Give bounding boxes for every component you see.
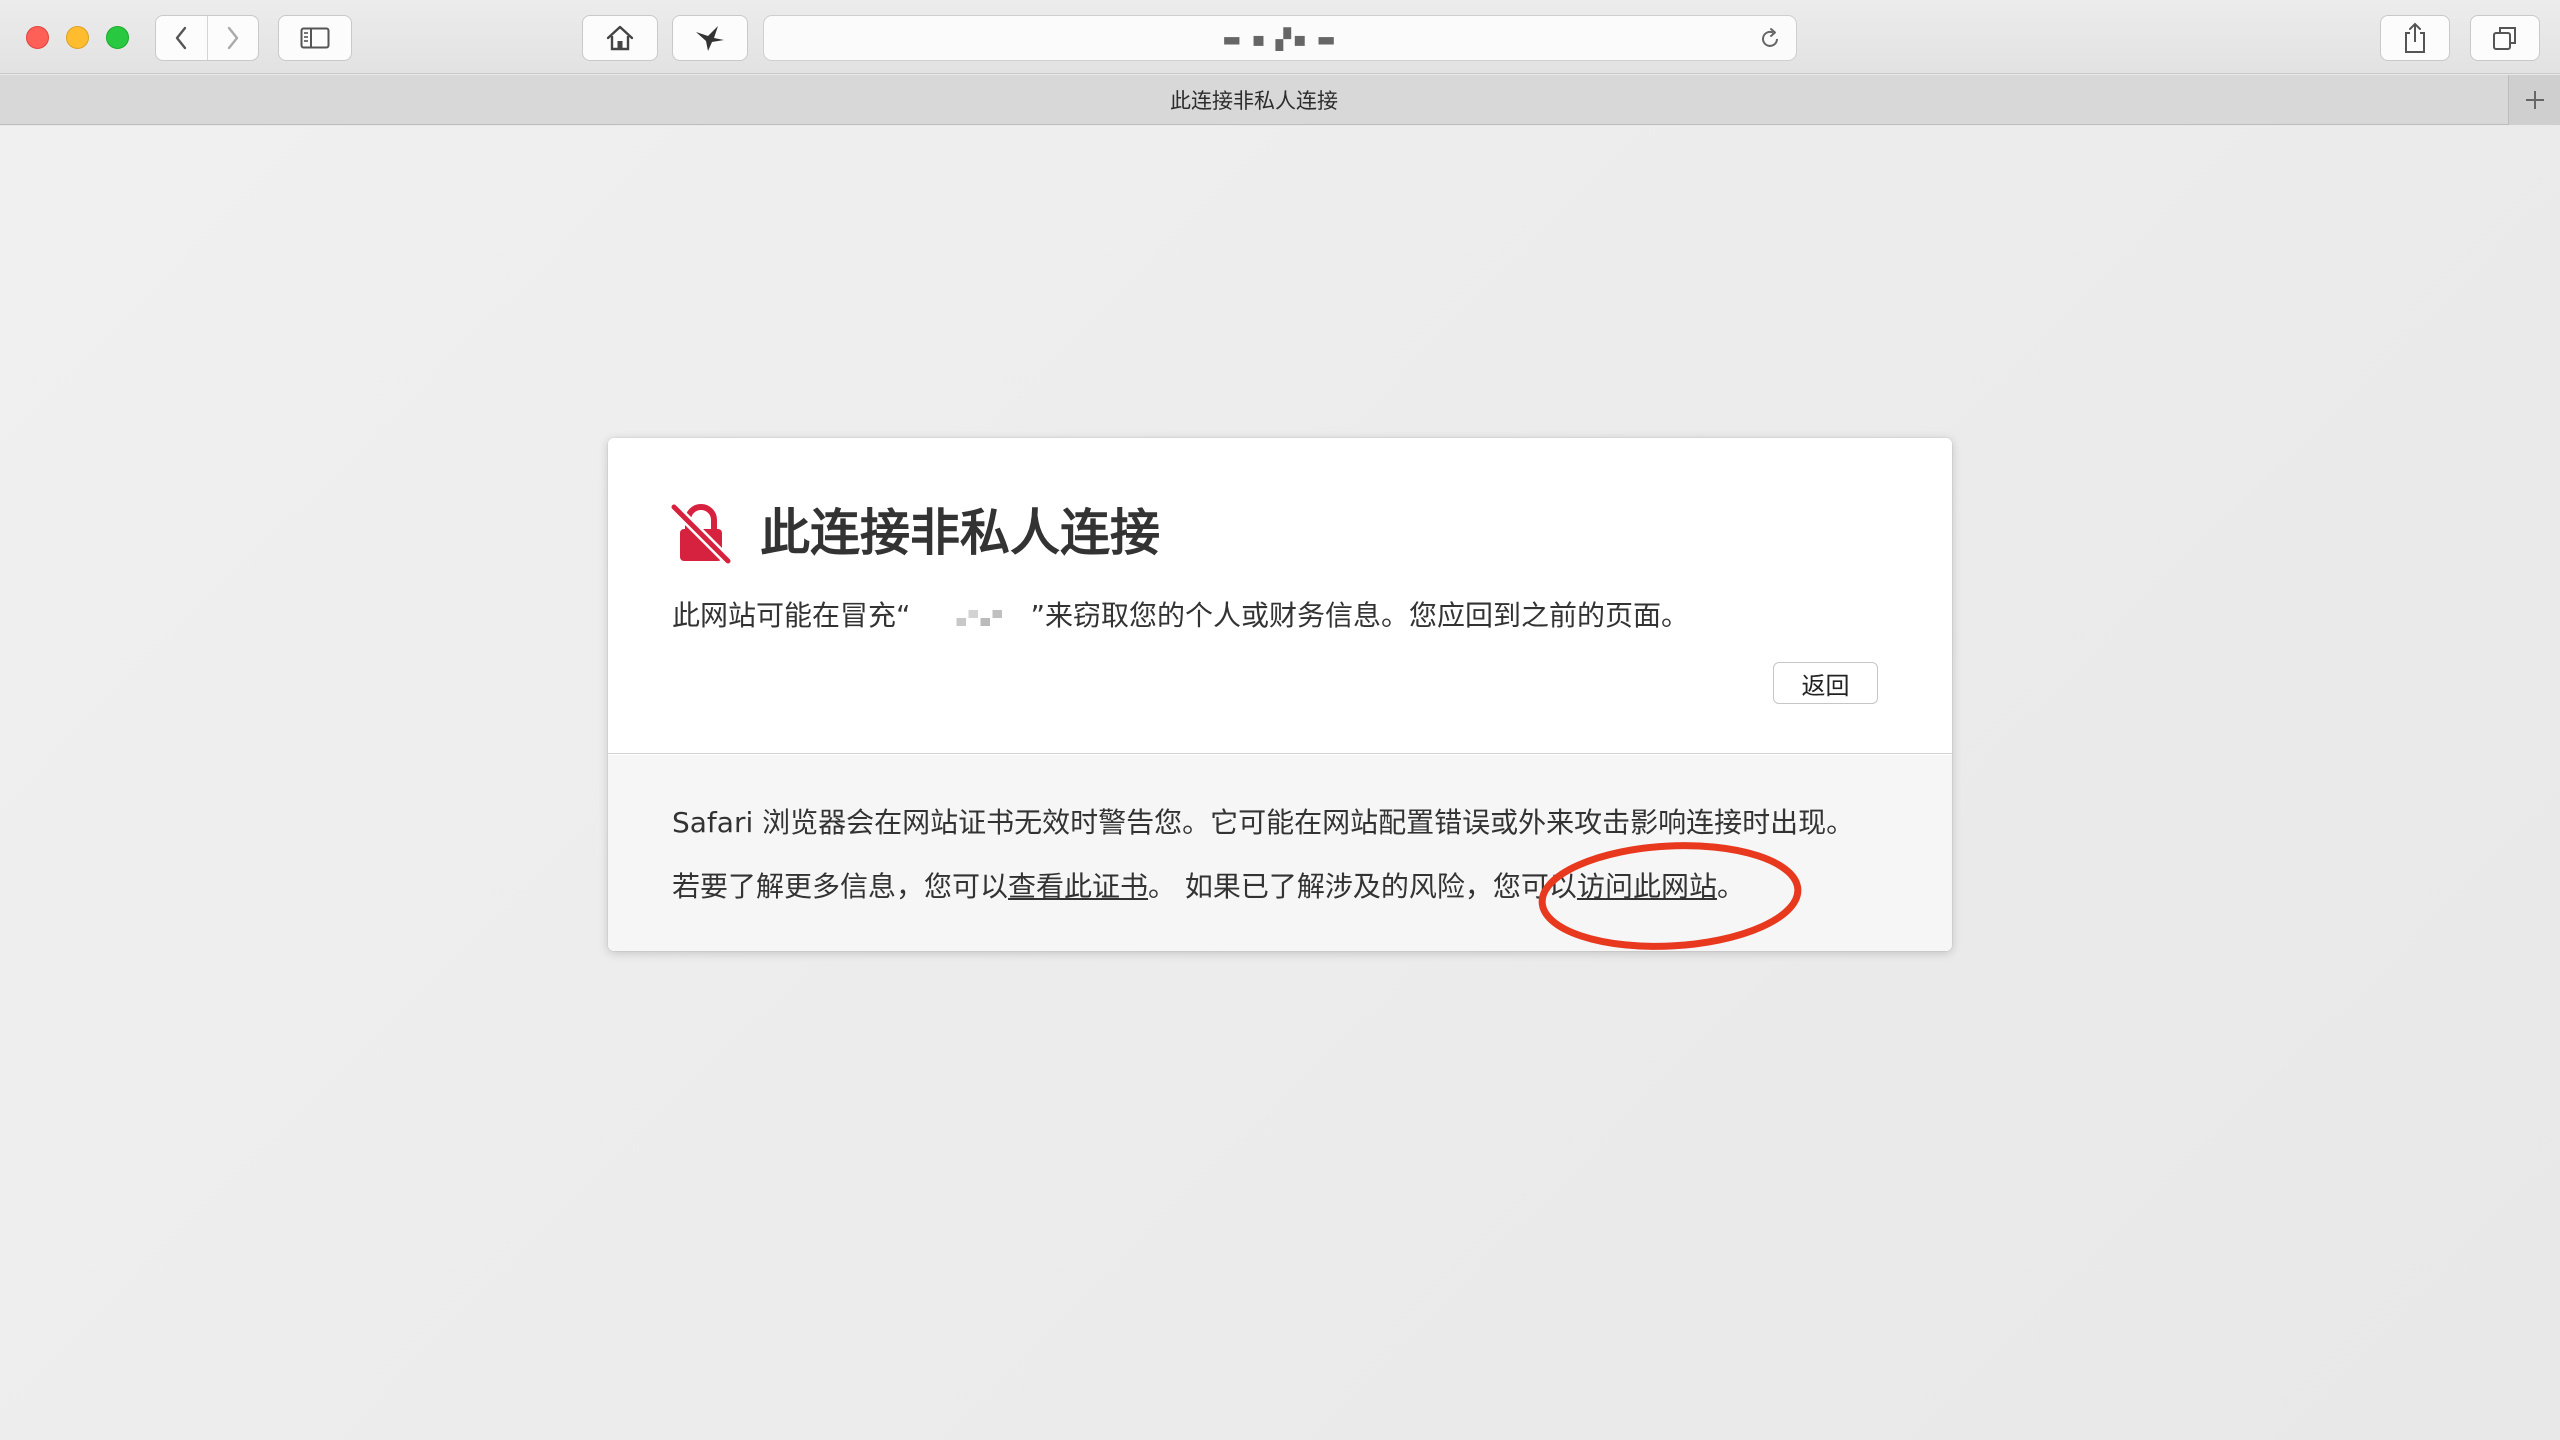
visit-website-link[interactable]: 访问此网站	[1577, 870, 1717, 903]
tab-bar: 此连接非私人连接	[0, 75, 2560, 125]
warning-header-section: 此连接非私人连接 此网站可能在冒充“ ”来窃取您的个人或财务信息。您应回到之前的页…	[608, 438, 1952, 754]
broken-lock-icon	[670, 503, 732, 565]
chevron-left-icon	[176, 26, 187, 50]
reload-icon[interactable]	[1758, 27, 1782, 51]
share-icon	[2405, 22, 2425, 53]
close-window-button[interactable]	[26, 26, 49, 49]
more-info-end: 。	[1716, 870, 1745, 903]
redacted-domain	[910, 602, 1031, 632]
new-tab-button[interactable]	[2508, 75, 2560, 125]
more-info-middle: 。 如果已了解涉及的风险，您可以	[1148, 870, 1577, 903]
tab-current[interactable]: 此连接非私人连接	[0, 75, 2508, 125]
share-button[interactable]	[2380, 15, 2450, 61]
sidebar-button[interactable]	[278, 15, 352, 61]
warning-message-start: 此网站可能在冒充“	[672, 599, 911, 632]
more-info-text: 若要了解更多信息，您可以查看此证书。 如果已了解涉及的风险，您可以访问此网站。	[672, 867, 1745, 907]
zoom-window-button[interactable]	[106, 26, 129, 49]
tabs-icon	[2493, 27, 2516, 50]
warning-message-end: ”来窃取您的个人或财务信息。您应回到之前的页面。	[1030, 599, 1690, 632]
toolbar: ▬ ▪ ▞▪ ▬	[0, 0, 2560, 74]
page-title: 此连接非私人连接	[760, 504, 1160, 562]
home-button[interactable]	[582, 15, 658, 61]
bird-icon	[696, 26, 724, 51]
safari-window: ▬ ▪ ▞▪ ▬ 此连接非私人连接 此连接非私人连接 此网站可能在冒充“ ”来窃…	[0, 0, 2560, 1440]
warning-card: 此连接非私人连接 此网站可能在冒充“ ”来窃取您的个人或财务信息。您应回到之前的页…	[608, 438, 1952, 951]
plus-icon	[2525, 91, 2544, 109]
page-content: 此连接非私人连接 此网站可能在冒充“ ”来窃取您的个人或财务信息。您应回到之前的页…	[0, 126, 2560, 1440]
address-bar[interactable]: ▬ ▪ ▞▪ ▬	[763, 15, 1797, 61]
tabs-overview-button[interactable]	[2470, 15, 2540, 61]
minimize-window-button[interactable]	[66, 26, 89, 49]
back-button[interactable]	[156, 16, 207, 60]
navigation-buttons	[155, 15, 259, 61]
more-info-start: 若要了解更多信息，您可以	[672, 870, 1009, 903]
details-section: Safari 浏览器会在网站证书无效时警告您。它可能在网站配置错误或外来攻击影响…	[608, 755, 1952, 951]
sidebar-icon	[300, 27, 330, 49]
details-text: Safari 浏览器会在网站证书无效时警告您。它可能在网站配置错误或外来攻击影响…	[672, 806, 1855, 839]
warning-message: 此网站可能在冒充“ ”来窃取您的个人或财务信息。您应回到之前的页面。	[672, 596, 1689, 636]
view-certificate-link[interactable]: 查看此证书	[1008, 870, 1148, 903]
url-text: ▬ ▪ ▞▪ ▬	[1222, 27, 1338, 51]
forward-button[interactable]	[206, 16, 259, 60]
extension-button[interactable]	[672, 15, 748, 61]
chevron-right-icon	[227, 26, 238, 50]
go-back-button[interactable]: 返回	[1773, 662, 1878, 704]
home-icon	[606, 25, 634, 51]
